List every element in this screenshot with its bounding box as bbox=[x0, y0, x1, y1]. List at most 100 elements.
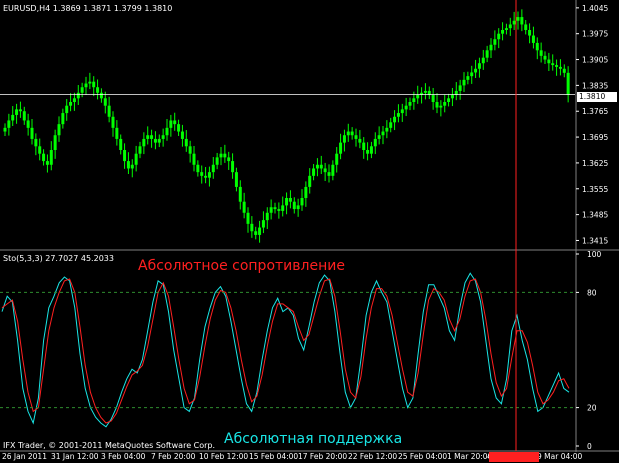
candle-body bbox=[115, 127, 119, 139]
candle-body bbox=[354, 135, 358, 139]
candle-body bbox=[188, 146, 192, 154]
candle-body bbox=[273, 207, 277, 210]
candle-body bbox=[211, 164, 215, 173]
candle-body bbox=[169, 120, 173, 128]
candle-body bbox=[153, 138, 157, 143]
candle-body bbox=[339, 142, 343, 154]
candle-body bbox=[69, 102, 73, 106]
candle-body bbox=[99, 92, 103, 99]
candle-body bbox=[134, 153, 138, 165]
price-tick-label: 1.3695 bbox=[582, 133, 608, 142]
pane-separators bbox=[0, 0, 619, 452]
candle-body bbox=[219, 153, 223, 158]
candle-body bbox=[312, 168, 316, 176]
candle-body bbox=[72, 98, 76, 102]
price-tick-label: 1.3415 bbox=[582, 236, 608, 245]
stochastic-lines bbox=[1, 272, 570, 428]
candle-body bbox=[96, 87, 100, 93]
candle-body bbox=[427, 90, 431, 95]
candle-body bbox=[497, 33, 501, 40]
candle-body bbox=[285, 198, 289, 206]
candle-body bbox=[261, 220, 265, 228]
price-tick-label: 1.3765 bbox=[582, 107, 608, 116]
candle-body bbox=[231, 161, 235, 173]
candle-body bbox=[369, 146, 373, 154]
candle-body bbox=[215, 157, 219, 165]
candle-body bbox=[200, 172, 204, 176]
candle-body bbox=[173, 120, 177, 125]
symbol-info: EURUSD,H4 1.3869 1.3871 1.3799 1.3810 bbox=[3, 4, 173, 13]
candle-body bbox=[524, 24, 528, 30]
candle-body bbox=[562, 68, 566, 73]
candle-body bbox=[269, 207, 273, 213]
price-tick-label: 1.4045 bbox=[582, 4, 608, 13]
candle-body bbox=[362, 142, 366, 150]
candle-body bbox=[34, 138, 38, 147]
price-axis-ticks: 1.4045 1.3975 1.3905 1.3835 1.3765 1.3695 1.36… bbox=[576, 4, 608, 245]
candle-body bbox=[528, 30, 532, 36]
time-axis-label: 15 Feb 04:00 bbox=[249, 452, 299, 461]
candle-body bbox=[57, 124, 61, 136]
candle-body bbox=[501, 30, 505, 34]
candle-body bbox=[381, 131, 385, 136]
time-axis-label: 25 Feb 04:00 bbox=[398, 452, 448, 461]
time-axis-label: 26 Jan 2011 bbox=[2, 452, 47, 461]
price-candles bbox=[0, 9, 575, 243]
candle-body bbox=[346, 131, 350, 136]
candle-body bbox=[254, 231, 258, 235]
candle-body bbox=[277, 209, 281, 211]
candle-body bbox=[477, 63, 481, 69]
candle-body bbox=[485, 50, 489, 58]
candle-body bbox=[335, 153, 339, 165]
candle-body bbox=[512, 20, 516, 25]
candle-body bbox=[53, 135, 57, 150]
candle-body bbox=[551, 63, 555, 66]
candle-body bbox=[18, 109, 22, 112]
candle-body bbox=[138, 146, 142, 154]
candle-body bbox=[76, 92, 80, 99]
time-axis-label: 7 Feb 20:00 bbox=[151, 452, 196, 461]
candle-body bbox=[45, 161, 49, 165]
support-annotation: Абсолютная поддержка bbox=[224, 431, 403, 447]
chart-canvas[interactable]: 1.4045 1.3975 1.3905 1.3835 1.3765 1.3695 1.36… bbox=[0, 0, 619, 463]
stochastic-axis-ticks: 100 80 20 0 bbox=[576, 250, 602, 451]
candle-body bbox=[516, 17, 520, 21]
candle-body bbox=[49, 150, 53, 165]
candle-body bbox=[439, 105, 443, 108]
candle-body bbox=[508, 24, 512, 29]
candle-body bbox=[11, 114, 15, 121]
candle-body bbox=[84, 83, 88, 88]
candle-body bbox=[130, 164, 134, 169]
candle-body bbox=[535, 42, 539, 51]
candle-body bbox=[566, 72, 570, 95]
candle-body bbox=[431, 94, 435, 102]
candle-body bbox=[250, 223, 254, 232]
candle-body bbox=[157, 138, 161, 143]
candle-body bbox=[493, 39, 497, 45]
candle-body bbox=[300, 198, 304, 206]
time-axis-label: 31 Jan 12:00 bbox=[51, 452, 99, 461]
cursor-time-highlight bbox=[489, 452, 539, 462]
time-axis-label: 10 Feb 12:00 bbox=[199, 452, 249, 461]
candle-body bbox=[400, 109, 404, 114]
candle-body bbox=[196, 164, 200, 173]
stoch-signal-line bbox=[1, 278, 570, 424]
time-axis-label: 9 Mar 04:00 bbox=[537, 452, 583, 461]
candle-body bbox=[238, 186, 242, 202]
candle-body bbox=[543, 55, 547, 60]
candle-body bbox=[107, 105, 111, 117]
candle-body bbox=[296, 205, 300, 210]
candle-body bbox=[242, 201, 246, 213]
candle-body bbox=[161, 135, 165, 139]
price-tick-label: 1.3905 bbox=[582, 56, 608, 65]
stoch-main-line bbox=[1, 272, 570, 428]
candle-body bbox=[377, 135, 381, 139]
candle-body bbox=[92, 81, 96, 88]
candle-body bbox=[103, 98, 107, 106]
stoch-tick-label: 20 bbox=[587, 404, 597, 413]
candle-body bbox=[258, 227, 262, 235]
candle-body bbox=[539, 50, 543, 56]
candle-body bbox=[323, 168, 327, 173]
candle-body bbox=[435, 102, 439, 108]
price-tick-label: 1.3625 bbox=[582, 159, 608, 168]
